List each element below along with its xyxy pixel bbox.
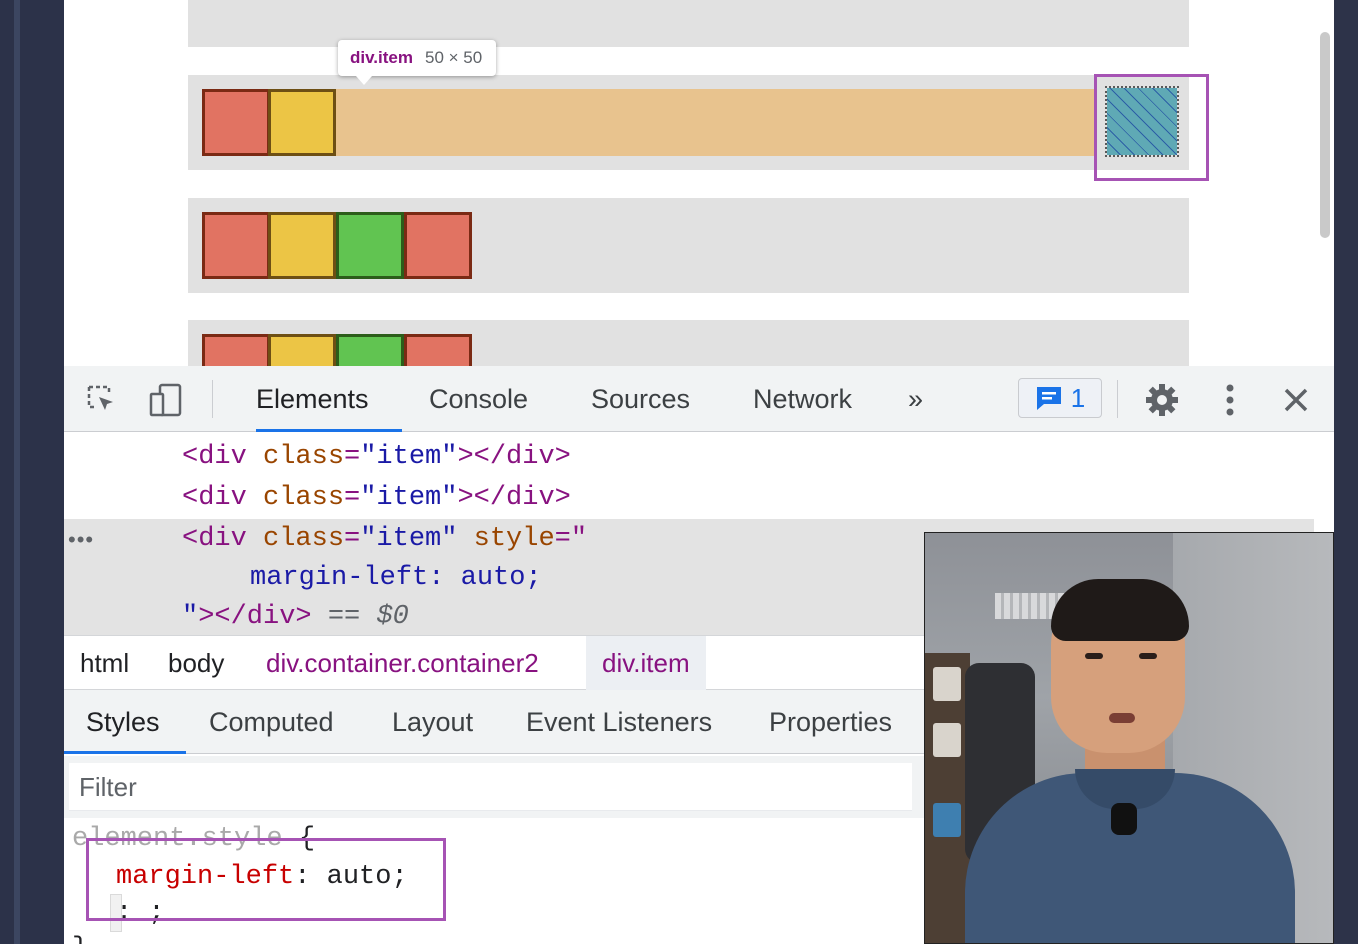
tab-styles[interactable]: Styles <box>86 690 160 754</box>
filter-input[interactable]: Filter <box>69 763 912 811</box>
breadcrumb-html[interactable]: html <box>80 636 129 690</box>
attr-eq: =" <box>554 524 588 554</box>
tag-open: <div <box>182 483 264 513</box>
tag-close: ></div> <box>457 442 571 472</box>
attr-name: class <box>263 524 345 554</box>
close-brace: } <box>72 934 88 944</box>
attr-eq: = <box>344 483 361 513</box>
styles-subtabs: Styles Computed Layout Event Listeners P… <box>64 690 924 754</box>
attr-name-style: style <box>457 524 555 554</box>
shelf-item <box>933 723 961 757</box>
attr-name: class <box>263 483 345 513</box>
shelf-item <box>933 803 961 837</box>
item-yellow <box>268 212 336 279</box>
breadcrumb-container[interactable]: div.container.container2 <box>266 636 539 690</box>
close-icon[interactable] <box>1276 380 1316 420</box>
attr-eq: = <box>344 524 361 554</box>
tooltip-tag: div.item <box>350 48 413 67</box>
more-tabs-icon[interactable]: » <box>908 366 923 432</box>
toolbar-separator <box>1117 380 1118 418</box>
device-toolbar-icon[interactable] <box>146 380 186 420</box>
person-hair <box>1051 579 1189 641</box>
webcam-shelf <box>925 653 970 943</box>
active-subtab-indicator <box>64 751 186 754</box>
page-scrollbar[interactable] <box>1320 32 1330 238</box>
dom-inline-style[interactable]: margin-left: auto; <box>250 558 542 598</box>
item-red <box>404 212 472 279</box>
toolbar-separator <box>212 380 213 418</box>
tag-close: ></div> <box>457 483 571 513</box>
attr-value: "item" <box>360 442 458 472</box>
tag-open: <div <box>182 524 264 554</box>
flex-overlay <box>202 89 1096 156</box>
tooltip-arrow <box>356 76 372 85</box>
issues-icon <box>1036 387 1061 410</box>
tab-event-listeners[interactable]: Event Listeners <box>526 690 712 754</box>
dom-line-selected[interactable]: <div class="item" style=" <box>182 519 587 559</box>
attr-value: "item" <box>360 524 458 554</box>
devtools-toolbar: Elements Console Sources Network » 1 <box>64 366 1334 432</box>
outer-frame-right <box>1334 0 1358 944</box>
dom-line[interactable]: <div class="item"></div> <box>182 437 571 477</box>
item-green <box>336 334 404 366</box>
attr-quote: " <box>182 602 199 632</box>
tab-sources[interactable]: Sources <box>591 366 690 432</box>
dom-line[interactable]: <div class="item"></div> <box>182 478 571 518</box>
item-red <box>202 89 270 156</box>
item-yellow <box>268 89 336 156</box>
tab-computed[interactable]: Computed <box>209 690 334 754</box>
container-3 <box>188 320 1189 366</box>
attr-name: class <box>263 442 345 472</box>
shelf-item <box>933 667 961 701</box>
console-var: $0 <box>376 602 409 632</box>
person-eye <box>1085 653 1103 659</box>
item-green <box>336 212 404 279</box>
frame-stripe <box>14 0 20 944</box>
issues-count: 1 <box>1070 382 1086 413</box>
person-mouth <box>1109 713 1135 723</box>
page-viewport: div.item 50 × 50 <box>64 0 1334 366</box>
attr-value: "item" <box>360 483 458 513</box>
annotation-box-item <box>1094 74 1209 181</box>
item-red <box>202 334 270 366</box>
container-top <box>188 0 1189 47</box>
attr-eq: = <box>344 442 361 472</box>
inspect-tooltip: div.item 50 × 50 <box>338 40 496 85</box>
inline-style-value: margin-left: auto; <box>250 563 542 593</box>
active-tab-indicator <box>256 429 402 432</box>
tab-layout[interactable]: Layout <box>392 690 473 754</box>
tab-properties[interactable]: Properties <box>769 690 892 754</box>
outer-frame-left <box>0 0 64 944</box>
person-eye <box>1139 653 1157 659</box>
dom-line[interactable]: "></div> == $0 <box>182 597 409 637</box>
breadcrumb-item[interactable]: div.item <box>586 636 706 690</box>
breadcrumb: html body div.container.container2 div.i… <box>64 635 924 690</box>
node-actions-ellipsis[interactable]: ••• <box>68 527 94 553</box>
more-options-icon[interactable] <box>1210 380 1250 420</box>
item-yellow <box>268 334 336 366</box>
issues-button[interactable]: 1 <box>1018 378 1102 418</box>
item-red <box>404 334 472 366</box>
breadcrumb-body[interactable]: body <box>168 636 224 690</box>
item-red <box>202 212 270 279</box>
webcam-overlay <box>924 532 1334 944</box>
tag-open: <div <box>182 442 264 472</box>
annotation-box-style <box>86 838 446 921</box>
tab-elements[interactable]: Elements <box>256 366 369 432</box>
tooltip-dimensions: 50 × 50 <box>424 48 483 67</box>
container-2 <box>188 198 1189 293</box>
equals-marker: == <box>311 602 377 632</box>
container-highlighted <box>188 75 1189 170</box>
tag-close: ></div> <box>198 602 312 632</box>
settings-gear-icon[interactable] <box>1142 380 1182 420</box>
tab-console[interactable]: Console <box>429 366 528 432</box>
inspect-element-icon[interactable] <box>82 380 122 420</box>
lapel-mic <box>1111 803 1137 835</box>
tab-network[interactable]: Network <box>753 366 852 432</box>
